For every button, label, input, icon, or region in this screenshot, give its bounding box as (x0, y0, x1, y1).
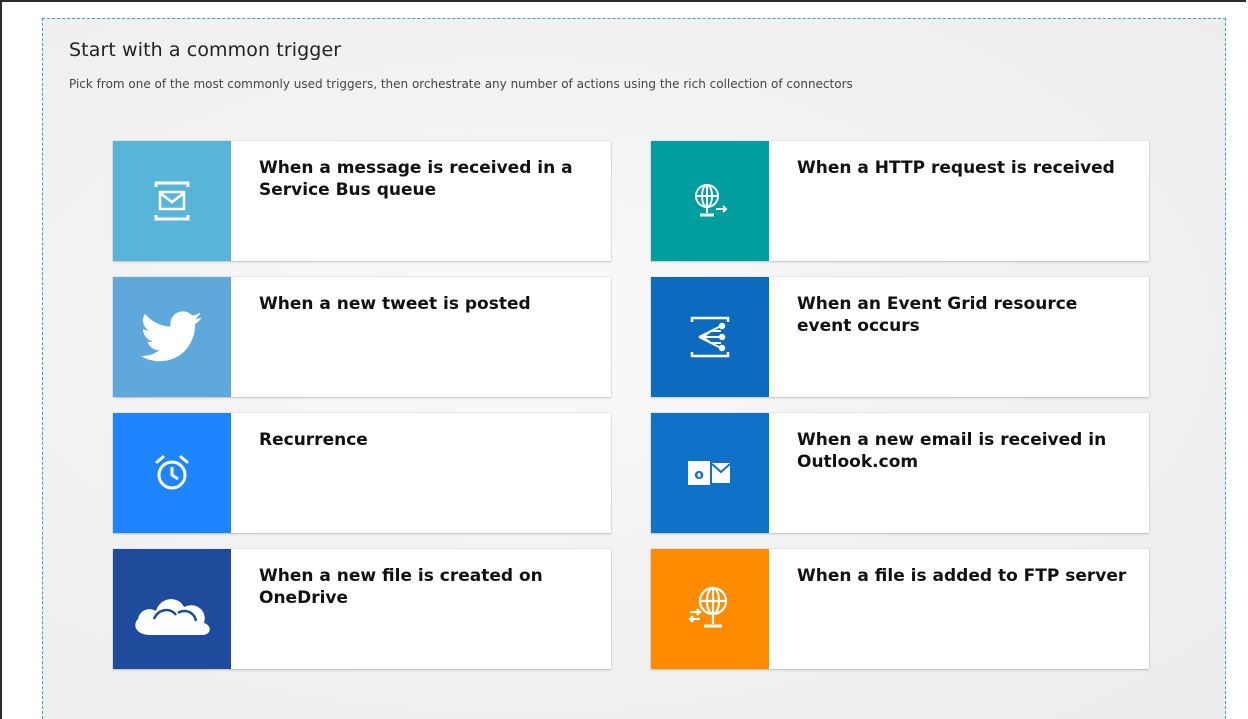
trigger-grid: When a message is received in a Service … (113, 141, 1149, 669)
trigger-label: Recurrence (259, 430, 368, 450)
trigger-card-event-grid[interactable]: When an Event Grid resource event occurs (651, 277, 1149, 397)
trigger-label: When a file is added to FTP server (797, 566, 1127, 586)
service-bus-icon (113, 141, 231, 261)
trigger-label: When a HTTP request is received (797, 158, 1115, 178)
trigger-card-outlook[interactable]: o When a new email is received in Outloo… (651, 413, 1149, 533)
trigger-label: When a new email is received in Outlook.… (797, 430, 1107, 472)
outlook-icon: o (651, 413, 769, 533)
trigger-label: When a new tweet is posted (259, 294, 531, 314)
trigger-card-service-bus[interactable]: When a message is received in a Service … (113, 141, 611, 261)
trigger-card-recurrence[interactable]: Recurrence (113, 413, 611, 533)
section-title: Start with a common trigger (69, 39, 342, 61)
trigger-label: When an Event Grid resource event occurs (797, 294, 1078, 336)
ftp-globe-icon (651, 549, 769, 669)
svg-text:o: o (694, 467, 704, 483)
trigger-card-http-request[interactable]: When a HTTP request is received (651, 141, 1149, 261)
section-subtitle: Pick from one of the most commonly used … (69, 77, 853, 91)
onedrive-cloud-icon (113, 549, 231, 669)
trigger-label: When a message is received in a Service … (259, 158, 573, 200)
event-grid-icon (651, 277, 769, 397)
common-triggers-panel: Start with a common trigger Pick from on… (42, 18, 1226, 719)
trigger-card-twitter[interactable]: When a new tweet is posted (113, 277, 611, 397)
trigger-card-onedrive[interactable]: When a new file is created on OneDrive (113, 549, 611, 669)
trigger-label: When a new file is created on OneDrive (259, 566, 543, 608)
http-globe-icon (651, 141, 769, 261)
alarm-clock-icon (113, 413, 231, 533)
trigger-card-ftp[interactable]: When a file is added to FTP server (651, 549, 1149, 669)
twitter-bird-icon (113, 277, 231, 397)
